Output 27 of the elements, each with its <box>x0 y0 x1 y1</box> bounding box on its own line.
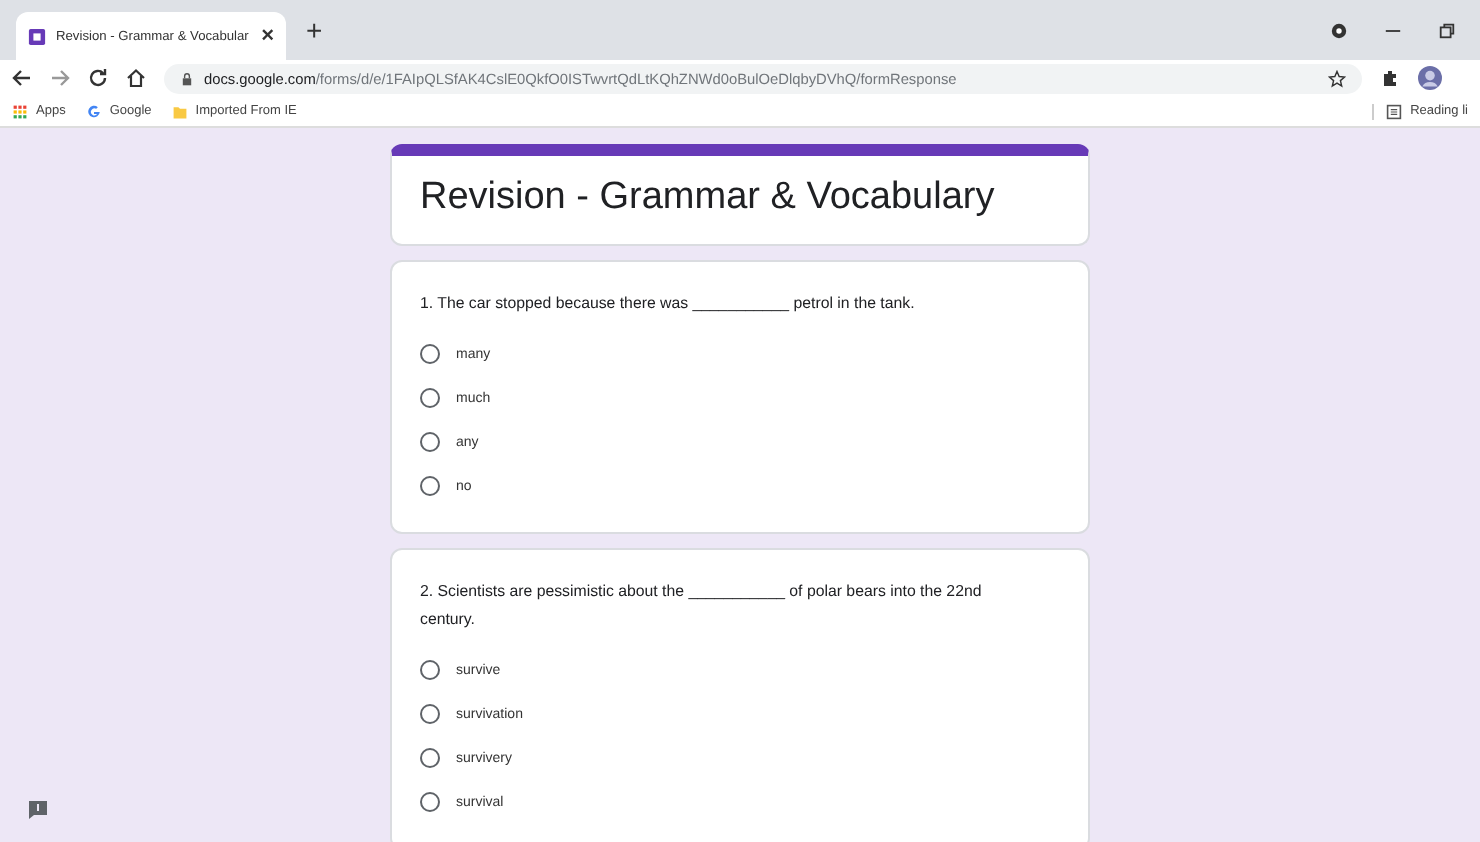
new-tab-button[interactable]: + <box>298 14 331 46</box>
star-icon[interactable] <box>1328 69 1346 87</box>
forward-icon[interactable] <box>50 68 70 88</box>
radio-circle[interactable] <box>420 344 440 364</box>
folder-icon <box>171 103 188 119</box>
forms-icon <box>28 27 46 45</box>
radio-circle[interactable] <box>420 388 440 408</box>
back-icon[interactable] <box>12 68 32 88</box>
feedback-icon[interactable] <box>28 800 48 820</box>
reload-icon[interactable] <box>88 68 108 88</box>
lock-icon <box>180 71 194 85</box>
radio-circle[interactable] <box>420 704 440 724</box>
close-tab-button[interactable]: × <box>261 24 274 48</box>
home-icon[interactable] <box>126 68 146 88</box>
form-title: Revision - Grammar & Vocabulary <box>420 176 997 220</box>
record-icon[interactable] <box>1330 21 1348 39</box>
restore-icon[interactable] <box>1438 21 1456 39</box>
radio-circle[interactable] <box>420 660 440 680</box>
google-g-icon <box>85 103 102 119</box>
list-icon <box>1386 103 1403 119</box>
puzzle-icon[interactable] <box>1380 68 1400 88</box>
radio-circle[interactable] <box>420 748 440 768</box>
radio-circle[interactable] <box>420 476 440 496</box>
avatar-icon[interactable] <box>1418 66 1442 90</box>
grid-icon <box>12 103 28 119</box>
radio-circle[interactable] <box>420 792 440 812</box>
radio-circle[interactable] <box>420 432 440 452</box>
